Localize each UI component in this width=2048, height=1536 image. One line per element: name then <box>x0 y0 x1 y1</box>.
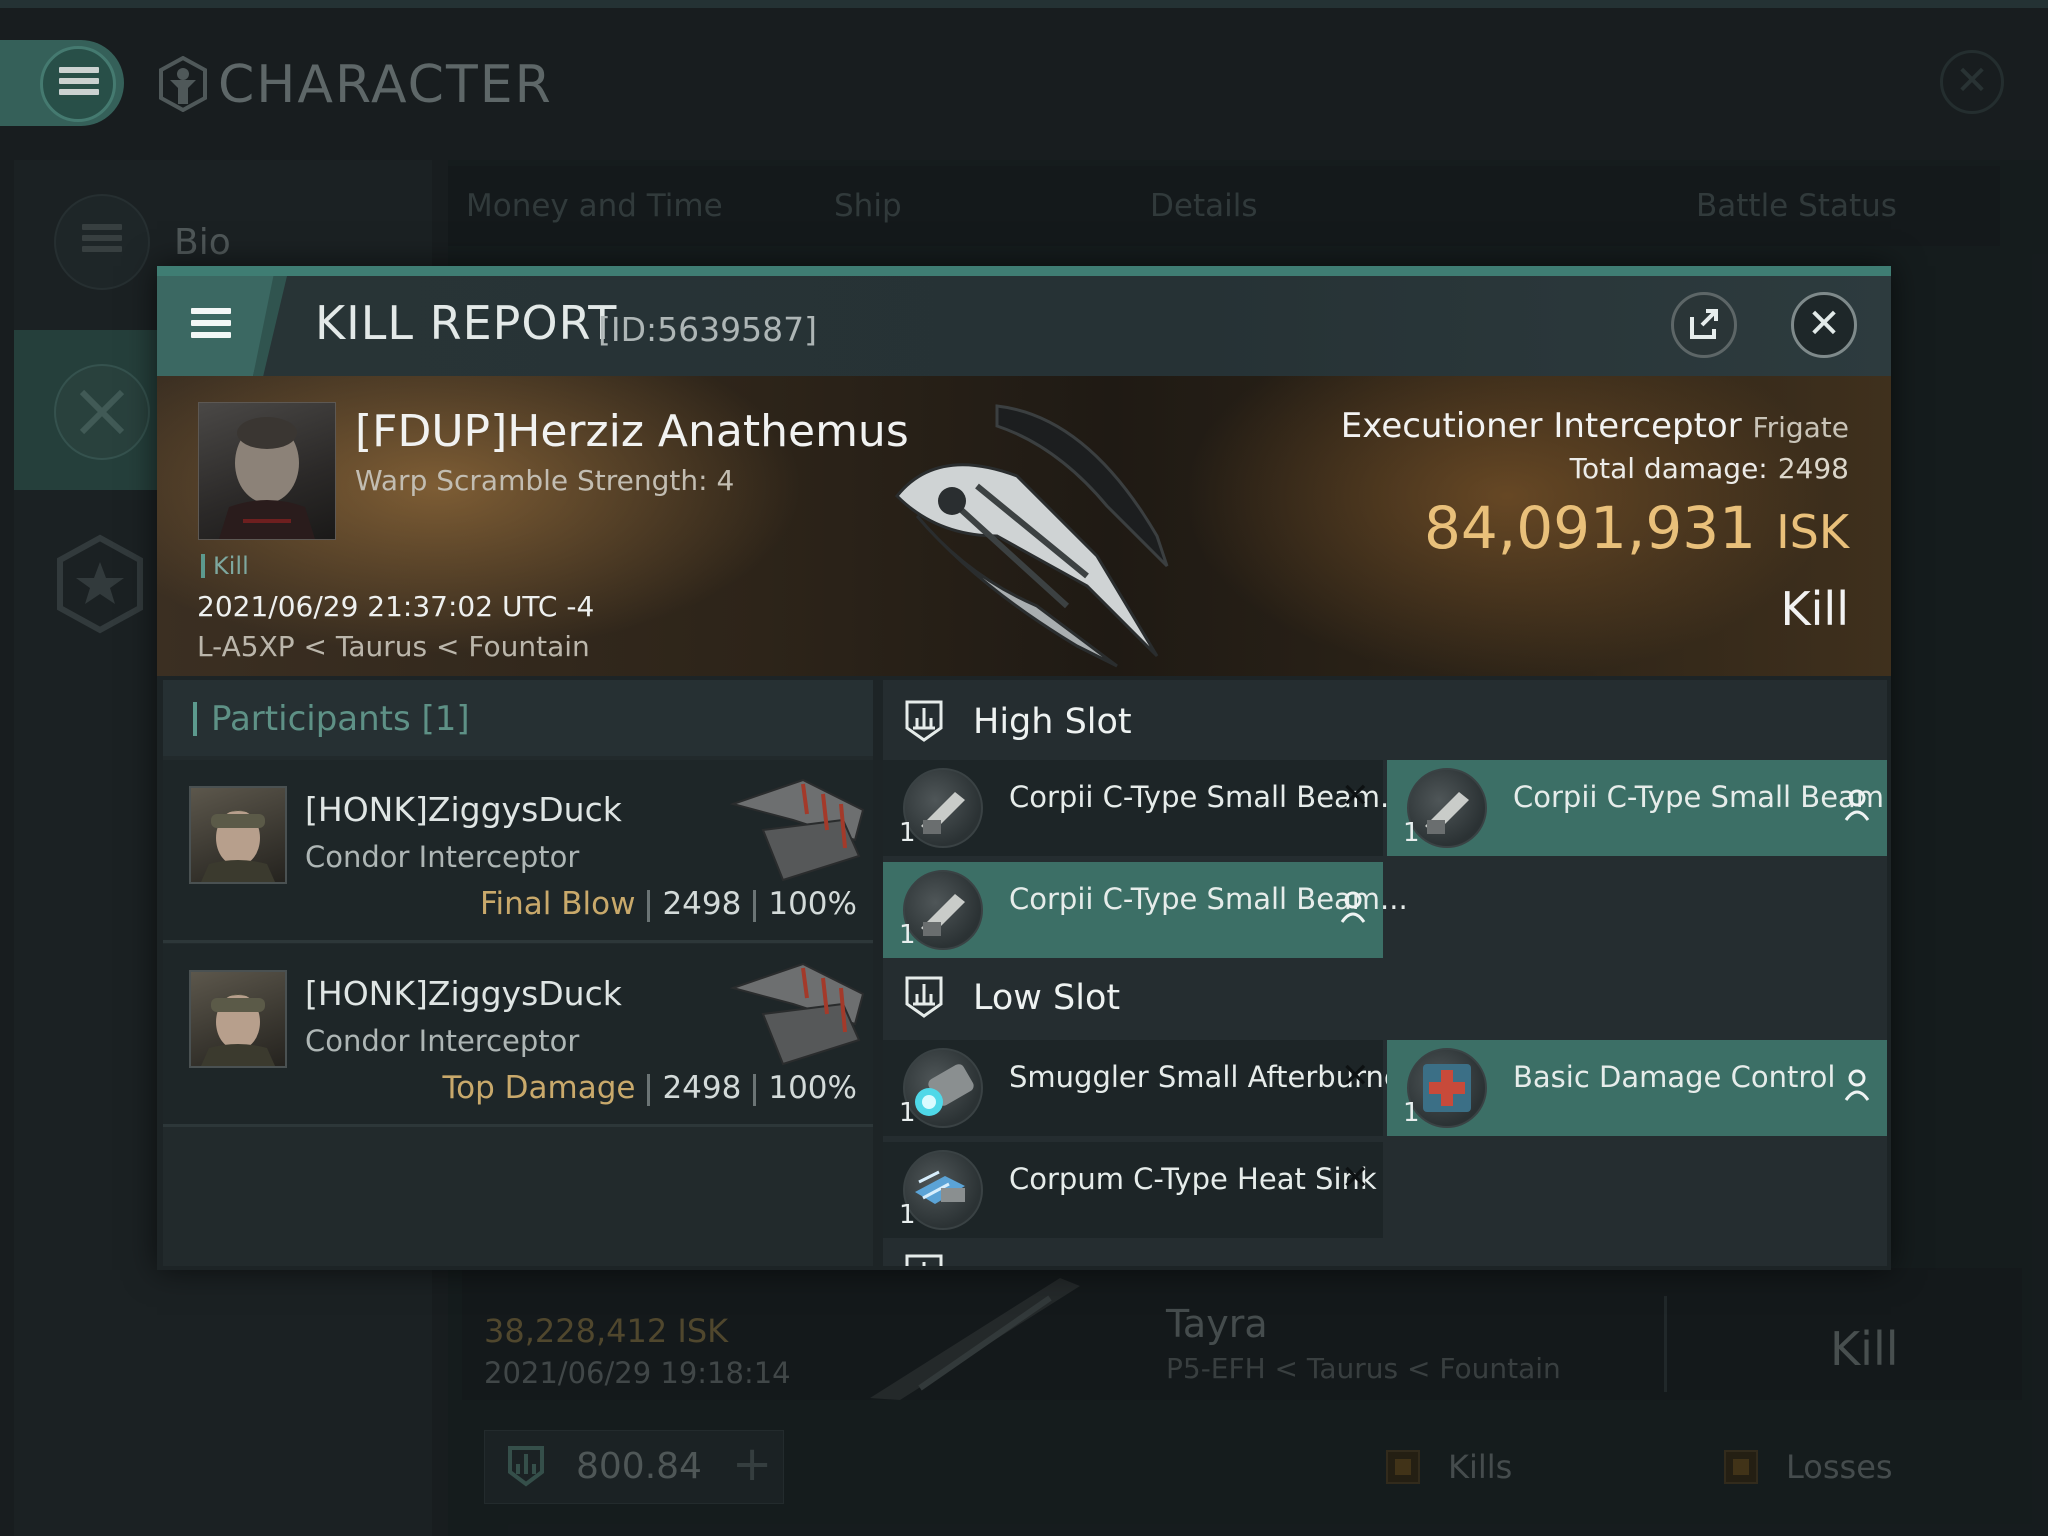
mid-slot-icon <box>905 1254 943 1266</box>
total-damage: Total damage: 2498 <box>1570 452 1849 485</box>
module-name: Basic Damage Control <box>1513 1060 1836 1094</box>
total-damage-value: 2498 <box>1777 452 1849 485</box>
destroyed-icon: ✕ <box>1341 776 1370 816</box>
hamburger-icon <box>191 308 231 338</box>
participant-stats: Final Blow 2498 100% <box>480 886 857 922</box>
pilot-icon <box>1844 789 1870 821</box>
pilot-icon <box>1340 891 1366 923</box>
module-item[interactable]: 1 Corpii C-Type Small Beam... <box>1387 760 1887 856</box>
victim-portrait <box>198 402 336 540</box>
module-name: Corpum C-Type Heat Sink <box>1009 1162 1377 1196</box>
share-icon <box>1690 309 1718 339</box>
kill-tag: Kill <box>201 554 249 578</box>
module-name: Corpii C-Type Small Beam... <box>1513 780 1887 814</box>
module-item[interactable]: 1 Basic Damage Control <box>1387 1040 1887 1136</box>
participant-name[interactable]: [HONK]ZiggysDuck <box>305 974 622 1013</box>
victim-ship-name: Executioner Interceptor Frigate <box>1341 406 1849 446</box>
isk-value: 84,091,931 ISK <box>1424 494 1849 562</box>
high-slot-title: High Slot <box>973 702 1132 742</box>
close-icon[interactable]: ✕ <box>1791 292 1857 358</box>
module-quantity: 1 <box>1403 818 1420 848</box>
destroyed-icon: ✕ <box>1341 1056 1370 1096</box>
module-item[interactable]: 1 Corpum C-Type Heat Sink ✕ <box>883 1142 1383 1238</box>
participant-ship-image <box>729 778 865 882</box>
module-quantity: 1 <box>1403 1098 1420 1128</box>
fitting-panel: High Slot 1 Corpii C-Type Small Beam... … <box>883 680 1887 1266</box>
result-label: Kill <box>1780 582 1849 636</box>
victim-name[interactable]: [FDUP]Herziz Anathemus <box>355 406 909 457</box>
module-item[interactable]: 1 Corpii C-Type Small Beam... ✕ <box>883 760 1408 856</box>
module-quantity: 1 <box>899 1200 916 1230</box>
low-slot-title: Low Slot <box>973 978 1121 1018</box>
low-slot-header: Low Slot <box>883 956 1887 1036</box>
participants-title: Participants [1] <box>193 702 470 736</box>
isk-amount: 84,091,931 <box>1423 494 1757 562</box>
participant-row[interactable]: [HONK]ZiggysDuck Condor Interceptor Fina… <box>163 760 873 943</box>
ship-class: Frigate <box>1752 411 1850 444</box>
kill-report-title: KILL REPORT <box>315 296 618 350</box>
participant-damage: 2498 <box>662 886 742 922</box>
victim-warp-strength: Warp Scramble Strength: 4 <box>355 464 735 497</box>
module-quantity: 1 <box>899 920 916 950</box>
high-slot-icon <box>905 700 943 742</box>
participant-stats: Top Damage 2498 100% <box>442 1070 857 1106</box>
total-damage-label: Total damage: <box>1569 452 1768 485</box>
participant-role: Final Blow <box>479 886 636 922</box>
participant-ship: Condor Interceptor <box>305 840 580 874</box>
ship-name-text: Executioner Interceptor <box>1340 406 1742 446</box>
kill-location[interactable]: L-A5XP < Taurus < Fountain <box>197 630 590 663</box>
participant-portrait <box>189 970 287 1068</box>
participant-ship-image <box>729 962 865 1066</box>
participants-header: Participants [1] <box>163 680 873 756</box>
participant-ship: Condor Interceptor <box>305 1024 580 1058</box>
victim-ship-image <box>894 404 1169 668</box>
kill-report-modal: KILL REPORT [ID:5639587] ✕ [FDUP]Herziz … <box>157 266 1891 1270</box>
module-quantity: 1 <box>899 1098 916 1128</box>
module-quantity: 1 <box>899 818 916 848</box>
low-slot-icon <box>905 976 943 1018</box>
participants-panel: Participants [1] [HONK]ZiggysDuck Condor… <box>163 680 873 1266</box>
share-button[interactable] <box>1671 292 1737 358</box>
kill-datetime: 2021/06/29 21:37:02 UTC -4 <box>197 590 595 623</box>
modal-top-border <box>157 266 1891 276</box>
victim-banner: [FDUP]Herziz Anathemus Warp Scramble Str… <box>157 376 1891 676</box>
participant-role: Top Damage <box>442 1070 636 1106</box>
participant-percent: 100% <box>768 1070 857 1106</box>
module-item[interactable]: 1 Corpii C-Type Small Beam... <box>883 862 1408 958</box>
high-slot-header: High Slot <box>883 680 1887 760</box>
destroyed-icon: ✕ <box>1341 1158 1370 1198</box>
participant-row[interactable]: [HONK]ZiggysDuck Condor Interceptor Top … <box>163 944 873 1127</box>
participant-name[interactable]: [HONK]ZiggysDuck <box>305 790 622 829</box>
participant-percent: 100% <box>768 886 857 922</box>
isk-unit: ISK <box>1776 505 1849 559</box>
module-item[interactable]: 1 Smuggler Small Afterburner ✕ <box>883 1040 1414 1136</box>
pilot-icon <box>1844 1069 1870 1101</box>
kill-report-id: [ID:5639587] <box>598 310 817 349</box>
participant-damage: 2498 <box>662 1070 742 1106</box>
participant-portrait <box>189 786 287 884</box>
